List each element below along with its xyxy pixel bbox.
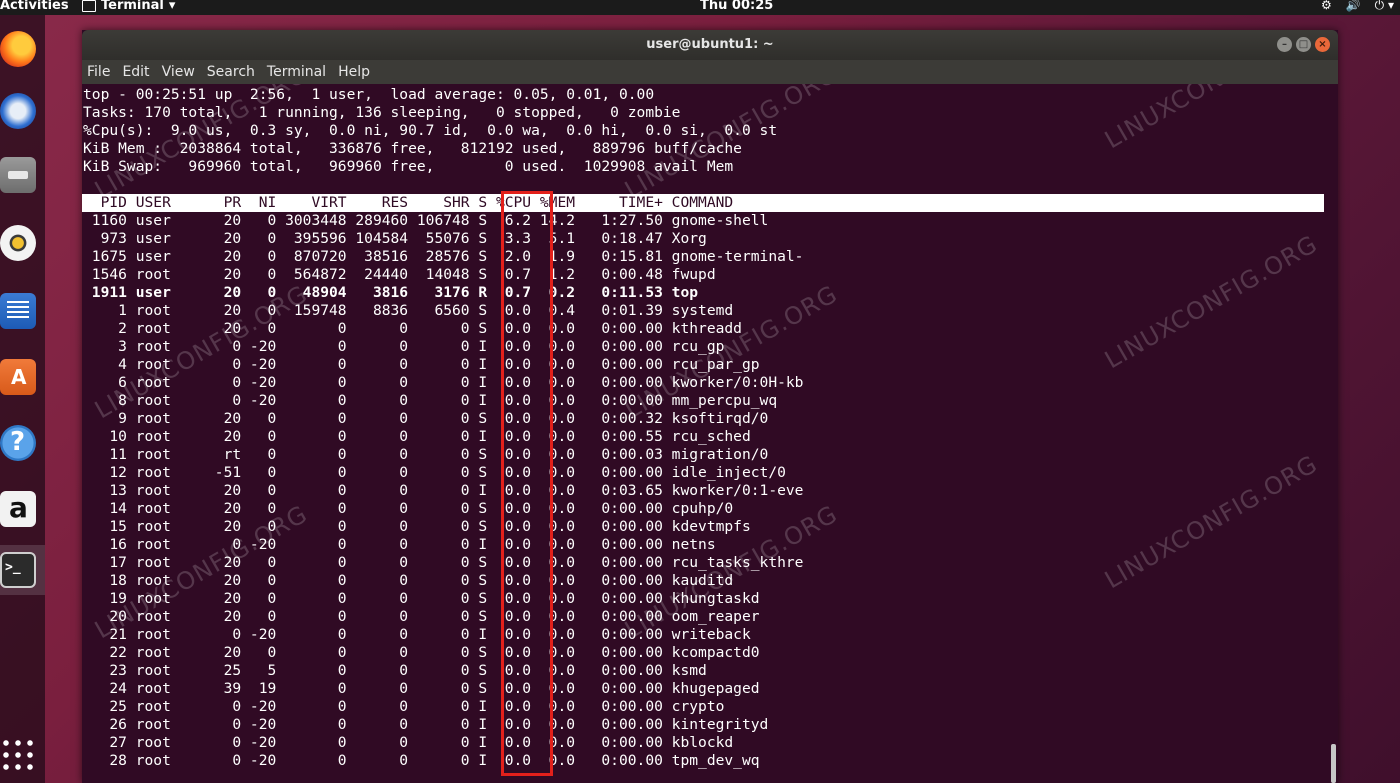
app-name: Terminal — [101, 0, 164, 13]
terminal-window: user@ubuntu1: ~ – □ × File Edit View Sea… — [82, 30, 1338, 783]
top-bar: Activities Terminal ▾ Thu 00:25 ⚙ 🔊 ⏻ ▾ — [0, 0, 1400, 15]
chevron-down-icon: ▾ — [168, 0, 176, 13]
watermark: LINUXCONFIG.ORG — [1100, 84, 1322, 154]
process-row: 15 root 20 0 0 0 0 S 0.0 0.0 0:00.00 kde… — [83, 518, 751, 535]
menu-search[interactable]: Search — [207, 64, 262, 80]
menu-bar: File Edit View Search Terminal Help — [82, 60, 1338, 84]
process-row: 1160 user 20 0 3003448 289460 106748 S 6… — [83, 212, 769, 229]
help-icon[interactable] — [0, 425, 36, 461]
process-row: 13 root 20 0 0 0 0 I 0.0 0.0 0:03.65 kwo… — [83, 482, 804, 499]
process-row: 28 root 0 -20 0 0 0 I 0.0 0.0 0:00.00 tp… — [83, 752, 760, 769]
firefox-icon[interactable] — [0, 31, 36, 67]
process-row: 1 root 20 0 159748 8836 6560 S 0.0 0.4 0… — [83, 302, 734, 319]
thunderbird-icon[interactable] — [0, 93, 36, 129]
ubuntu-software-icon[interactable] — [0, 359, 36, 395]
window-title: user@ubuntu1: ~ — [646, 37, 774, 52]
window-controls: – □ × — [1277, 37, 1330, 52]
power-icon[interactable]: ⏻ ▾ — [1375, 0, 1394, 13]
close-button[interactable]: × — [1315, 37, 1330, 52]
system-tray[interactable]: ⚙ 🔊 ⏻ ▾ — [1321, 0, 1394, 13]
process-row: 11 root rt 0 0 0 0 S 0.0 0.0 0:00.03 mig… — [83, 446, 769, 463]
process-row: 23 root 25 5 0 0 0 S 0.0 0.0 0:00.00 ksm… — [83, 662, 707, 679]
process-row: 10 root 20 0 0 0 0 I 0.0 0.0 0:00.55 rcu… — [83, 428, 751, 445]
show-applications-icon[interactable] — [0, 737, 36, 773]
process-row: 27 root 0 -20 0 0 0 I 0.0 0.0 0:00.00 kb… — [83, 734, 734, 751]
process-row: 25 root 0 -20 0 0 0 I 0.0 0.0 0:00.00 cr… — [83, 698, 725, 715]
process-row: 24 root 39 19 0 0 0 S 0.0 0.0 0:00.00 kh… — [83, 680, 760, 697]
summary-line: Tasks: 170 total, 1 running, 136 sleepin… — [83, 104, 681, 121]
terminal-dock-icon[interactable] — [0, 552, 36, 588]
menu-terminal[interactable]: Terminal — [267, 64, 333, 80]
process-row: 973 user 20 0 395596 104584 55076 S 3.3 … — [83, 230, 707, 247]
watermark: LINUXCONFIG.ORG — [1100, 449, 1323, 595]
process-row: 22 root 20 0 0 0 0 S 0.0 0.0 0:00.00 kco… — [83, 644, 760, 661]
process-row: 26 root 0 -20 0 0 0 I 0.0 0.0 0:00.00 ki… — [83, 716, 769, 733]
process-row: 2 root 20 0 0 0 0 S 0.0 0.0 0:00.00 kthr… — [83, 320, 742, 337]
minimize-button[interactable]: – — [1277, 37, 1292, 52]
terminal-icon — [82, 0, 96, 12]
dock — [0, 15, 45, 783]
clock[interactable]: Thu 00:25 — [700, 0, 773, 13]
cpu-column-highlight — [501, 191, 553, 776]
maximize-button[interactable]: □ — [1296, 37, 1311, 52]
scrollbar[interactable] — [1331, 744, 1336, 783]
watermark: LINUXCONFIG.ORG — [1100, 229, 1323, 375]
menu-help[interactable]: Help — [338, 64, 377, 80]
process-row: 1911 user 20 0 48904 3816 3176 R 0.7 0.2… — [83, 284, 699, 301]
amazon-icon[interactable] — [0, 491, 36, 527]
volume-icon[interactable]: 🔊 — [1346, 0, 1361, 13]
process-row: 14 root 20 0 0 0 0 S 0.0 0.0 0:00.00 cpu… — [83, 500, 734, 517]
rhythmbox-icon[interactable] — [0, 225, 36, 261]
files-icon[interactable] — [0, 157, 36, 193]
process-row: 12 root -51 0 0 0 0 S 0.0 0.0 0:00.00 id… — [83, 464, 786, 481]
process-row: 1675 user 20 0 870720 38516 28576 S 2.0 … — [83, 248, 804, 265]
menu-edit[interactable]: Edit — [122, 64, 156, 80]
terminal-output[interactable]: top - 00:25:51 up 2:56, 1 user, load ave… — [82, 84, 1338, 783]
menu-view[interactable]: View — [162, 64, 202, 80]
menu-file[interactable]: File — [87, 64, 117, 80]
network-icon[interactable]: ⚙ — [1321, 0, 1332, 13]
summary-line: top - 00:25:51 up 2:56, 1 user, load ave… — [83, 86, 655, 103]
window-titlebar[interactable]: user@ubuntu1: ~ – □ × — [82, 30, 1338, 60]
libreoffice-writer-icon[interactable] — [0, 293, 36, 329]
process-row: 16 root 0 -20 0 0 0 I 0.0 0.0 0:00.00 ne… — [83, 536, 716, 553]
activities-button[interactable]: Activities — [0, 0, 69, 13]
app-menu[interactable]: Terminal ▾ — [82, 0, 175, 13]
process-row: 1546 root 20 0 564872 24440 14048 S 0.7 … — [83, 266, 716, 283]
process-row: 9 root 20 0 0 0 0 S 0.0 0.0 0:00.32 ksof… — [83, 410, 769, 427]
